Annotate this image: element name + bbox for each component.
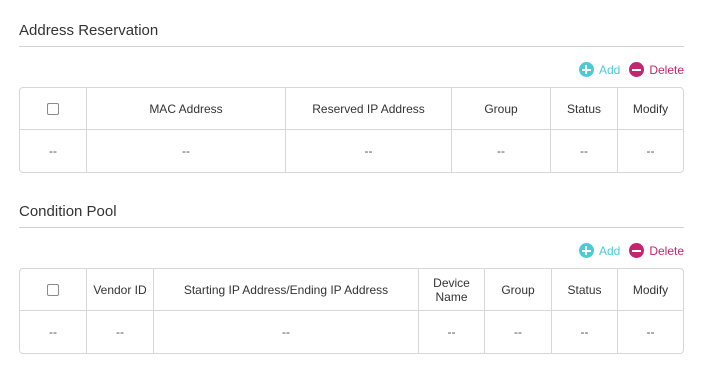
table-header-row: MAC Address Reserved IP Address Group St…	[20, 88, 683, 130]
table-header-row: Vendor ID Starting IP Address/Ending IP …	[20, 269, 683, 311]
table-cell: --	[485, 311, 552, 353]
condition-pool-table: Vendor ID Starting IP Address/Ending IP …	[19, 268, 684, 354]
table-cell: --	[419, 311, 485, 353]
pool-add-button[interactable]: Add	[578, 243, 621, 258]
column-header: Starting IP Address/Ending IP Address	[154, 269, 419, 311]
table-cell: --	[552, 311, 618, 353]
table-cell: --	[20, 311, 87, 353]
select-all-checkbox[interactable]	[47, 284, 59, 297]
table-cell: --	[286, 130, 452, 172]
reservation-delete-button[interactable]: Delete	[629, 62, 684, 77]
address-reservation-title: Address Reservation	[19, 22, 159, 39]
delete-label: Delete	[649, 62, 684, 77]
table-cell: --	[20, 130, 87, 172]
reservation-add-button[interactable]: Add	[578, 62, 621, 77]
table-cell: --	[551, 130, 618, 172]
column-header: Status	[551, 88, 618, 130]
table-cell: --	[646, 144, 655, 158]
table-cell: --	[154, 311, 419, 353]
section-divider	[19, 227, 684, 228]
delete-label: Delete	[649, 243, 684, 258]
pool-delete-button[interactable]: Delete	[629, 243, 684, 258]
select-all-cell	[20, 269, 87, 311]
column-header: Modify	[618, 269, 683, 311]
plus-circle-icon	[578, 62, 594, 77]
add-label: Add	[598, 62, 621, 77]
column-header: Device Name	[419, 269, 485, 311]
column-header: Vendor ID	[87, 269, 154, 311]
table-cell: --	[87, 311, 154, 353]
minus-circle-icon	[629, 243, 645, 258]
add-label: Add	[598, 243, 621, 258]
table-row: -- -- -- -- -- -- --	[20, 311, 683, 353]
column-header: Group	[452, 88, 551, 130]
table-cell: --	[646, 325, 655, 339]
section-divider	[19, 46, 684, 47]
column-header: Modify	[618, 88, 683, 130]
column-header: Reserved IP Address	[286, 88, 452, 130]
column-header: Status	[552, 269, 618, 311]
table-row: -- -- -- -- -- --	[20, 130, 683, 172]
reservation-actions: Add Delete	[578, 62, 684, 77]
minus-circle-icon	[629, 62, 645, 77]
condition-pool-title: Condition Pool	[19, 203, 117, 220]
select-all-checkbox[interactable]	[47, 103, 59, 116]
plus-circle-icon	[578, 243, 594, 258]
pool-actions: Add Delete	[578, 243, 684, 258]
select-all-cell	[20, 88, 87, 130]
table-cell: --	[87, 130, 286, 172]
table-cell: --	[452, 130, 551, 172]
column-header: MAC Address	[87, 88, 286, 130]
column-header: Group	[485, 269, 552, 311]
address-reservation-table: MAC Address Reserved IP Address Group St…	[19, 87, 684, 173]
